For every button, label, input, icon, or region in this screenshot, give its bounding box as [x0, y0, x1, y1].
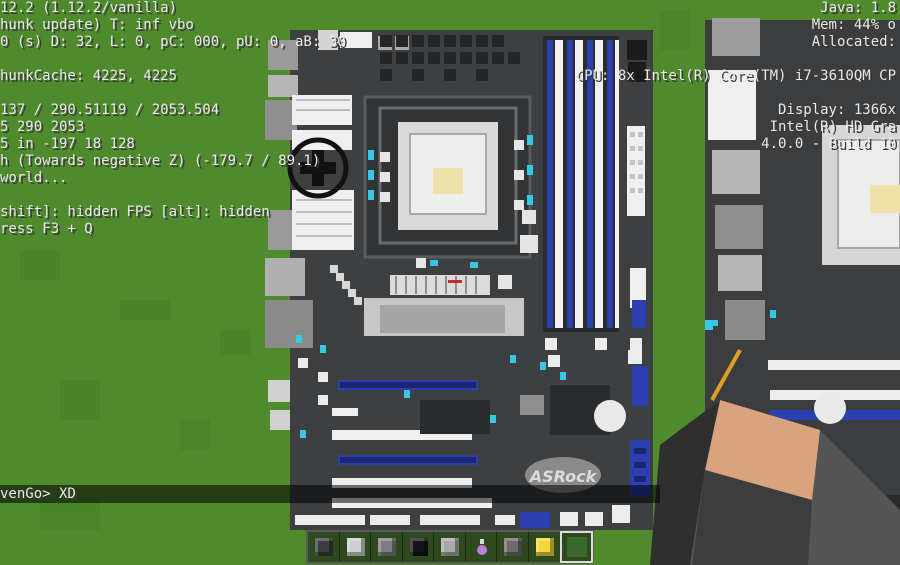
debug-left-line: 5 290 2053	[0, 119, 85, 135]
debug-left-line: hunkCache: 4225, 4225	[0, 68, 178, 84]
empty-slot-icon	[566, 537, 587, 557]
debug-right-line: Java: 1.8	[820, 0, 896, 16]
black-wool-block-icon	[409, 538, 428, 556]
debug-info-right: Java: 1.8 Mem: 44% o Allocated: CPU: 8x In…	[576, 0, 896, 153]
chat-message: venGo> XD	[0, 486, 76, 502]
debug-left-line: ress F3 + Q	[0, 221, 93, 237]
debug-left-line: 12.2 (1.12.2/vanilla)	[0, 0, 178, 16]
hotbar-slot[interactable]	[434, 532, 466, 562]
light-gray-block-icon	[441, 538, 460, 556]
debug-right-line: Mem: 44% o	[811, 17, 896, 33]
gold-block-icon	[535, 538, 554, 556]
chat-bar: venGo> XD	[0, 485, 660, 503]
hotbar-slot[interactable]	[466, 532, 498, 562]
iron-block-icon	[346, 538, 365, 556]
debug-left-line: h (Towards negative Z) (-179.7 / 89.1)	[0, 153, 321, 169]
hotbar-slot[interactable]	[371, 532, 403, 562]
hotbar-slot[interactable]	[340, 532, 372, 562]
debug-left-line	[0, 187, 346, 204]
board-logo: ASRock	[528, 467, 598, 486]
debug-left-line	[0, 51, 346, 68]
debug-left-line	[0, 85, 346, 102]
debug-right-line: CPU: 8x Intel(R) Core(TM) i7-3610QM CP	[575, 68, 896, 84]
debug-right-line: 4.0.0 - Build 10	[761, 136, 896, 152]
debug-right-line: Intel(R) HD Gra	[769, 119, 896, 135]
hotbar[interactable]	[306, 530, 594, 564]
dark-stone-block-icon	[315, 538, 333, 556]
debug-left-line: 0 (s) D: 32, L: 0, pC: 000, pU: 0, aB: 3…	[0, 34, 346, 50]
hotbar-slot[interactable]	[559, 531, 594, 563]
debug-left-line: world...	[0, 170, 68, 186]
debug-info-left: 12.2 (1.12.2/vanilla) hunk update) T: inf…	[0, 0, 346, 238]
hotbar-slot[interactable]	[308, 532, 340, 562]
hotbar-slot[interactable]	[529, 532, 561, 562]
debug-left-line: hunk update) T: inf vbo	[0, 17, 194, 33]
debug-right-line	[576, 51, 896, 68]
debug-right-line: Display: 1366x	[777, 102, 896, 118]
cobblestone-block-icon	[504, 538, 523, 556]
debug-left-line: shift]: hidden FPS [alt]: hidden	[0, 204, 270, 220]
stone-block-icon	[378, 538, 397, 556]
hotbar-slot[interactable]	[403, 532, 435, 562]
debug-right-line: Allocated:	[811, 34, 896, 50]
potion-icon	[473, 538, 491, 556]
debug-left-line: 137 / 290.51119 / 2053.504	[0, 102, 220, 118]
debug-left-line: 5 in -197 18 128	[0, 136, 135, 152]
debug-right-line	[576, 85, 896, 102]
hotbar-slot[interactable]	[497, 532, 529, 562]
